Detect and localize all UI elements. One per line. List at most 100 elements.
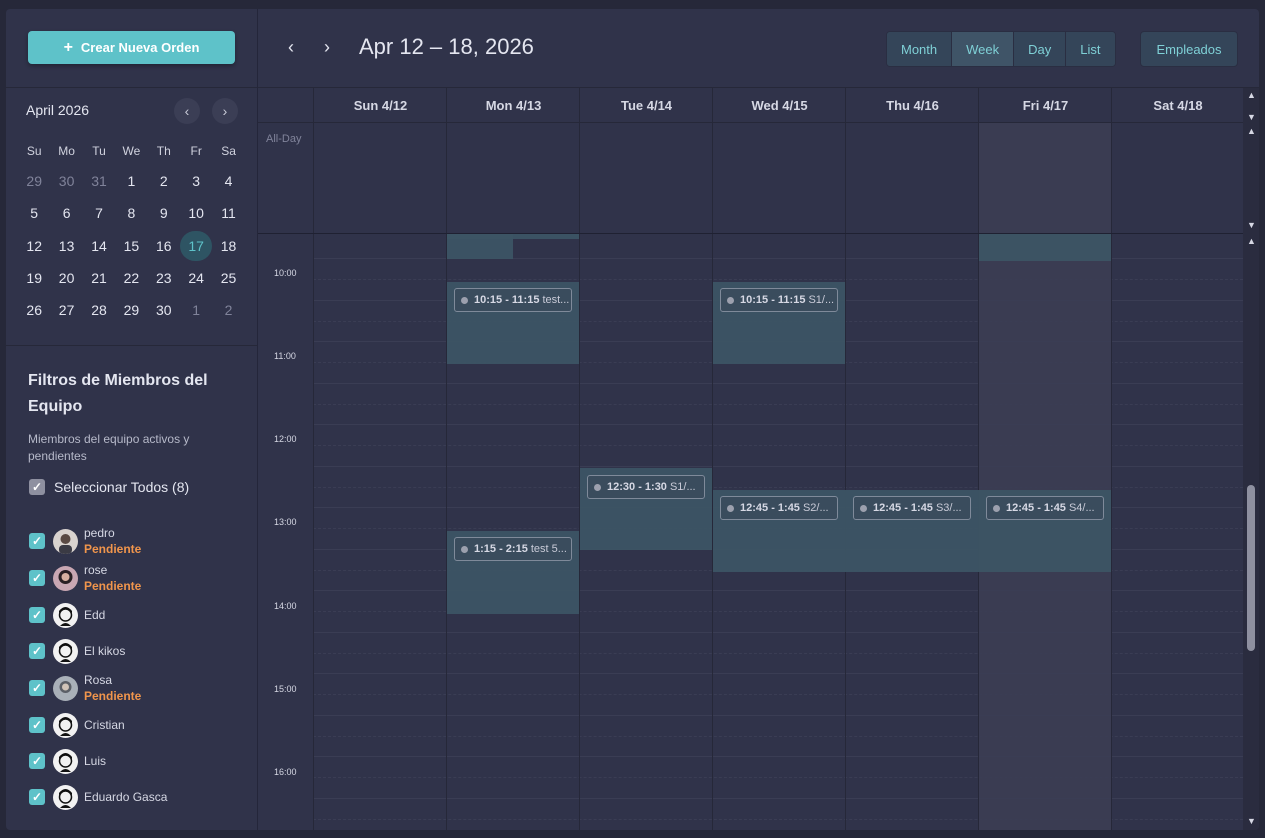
mini-calendar-day[interactable]: 7 <box>83 198 115 228</box>
mini-calendar-today[interactable]: 17 <box>179 230 213 261</box>
day-header[interactable]: Sat 4/18 <box>1111 88 1244 122</box>
next-week-button[interactable]: › <box>324 37 330 58</box>
day-header[interactable]: Mon 4/13 <box>446 88 580 122</box>
event-title: S3/... <box>935 502 962 514</box>
mini-calendar-day[interactable]: 11 <box>212 198 244 228</box>
scrollbar-thumb[interactable] <box>1247 485 1255 651</box>
chevron-left-icon: ‹ <box>288 37 294 57</box>
check-icon: ✓ <box>31 480 43 494</box>
scroll-up-icon[interactable]: ▲ <box>1247 236 1256 246</box>
event-chip[interactable]: 1:15 - 2:15 test 5... <box>454 537 572 561</box>
event-block[interactable] <box>447 234 579 239</box>
mini-calendar-day[interactable]: 14 <box>83 231 115 261</box>
day-header[interactable]: Tue 4/14 <box>579 88 713 122</box>
mini-calendar-day[interactable]: 3 <box>180 166 212 196</box>
weekday-label: We <box>122 144 141 158</box>
mini-calendar-day[interactable]: 29 <box>115 295 147 325</box>
mini-calendar-day[interactable]: 16 <box>148 231 180 261</box>
member-item-luis[interactable]: ✓ Luis <box>29 746 106 776</box>
day-header[interactable]: Thu 4/16 <box>845 88 979 122</box>
mini-calendar-day[interactable]: 21 <box>83 263 115 293</box>
member-checkbox[interactable]: ✓ <box>29 643 45 659</box>
mini-calendar-day[interactable]: 10 <box>180 198 212 228</box>
mini-calendar-day[interactable]: 28 <box>83 295 115 325</box>
event-title: S1/... <box>669 481 696 493</box>
create-order-button[interactable]: + Crear Nueva Orden <box>28 31 235 64</box>
day-header[interactable]: Fri 4/17 <box>978 88 1112 122</box>
mini-calendar-day[interactable]: 23 <box>148 263 180 293</box>
mini-calendar-day[interactable]: 5 <box>18 198 50 228</box>
scroll-down-icon[interactable]: ▼ <box>1247 112 1256 122</box>
member-item-el-kikos[interactable]: ✓ El kikos <box>29 636 125 666</box>
mini-calendar-day[interactable]: 31 <box>83 166 115 196</box>
day-header[interactable]: Wed 4/15 <box>712 88 846 122</box>
mini-calendar-day[interactable]: 9 <box>148 198 180 228</box>
mini-calendar-day[interactable]: 6 <box>50 198 82 228</box>
event-chip[interactable]: 12:30 - 1:30 S1/... <box>587 475 705 499</box>
mini-calendar-day[interactable]: 24 <box>180 263 212 293</box>
mini-calendar-day[interactable]: 1 <box>115 166 147 196</box>
member-item-cristian[interactable]: ✓ Cristian <box>29 710 125 740</box>
member-checkbox[interactable]: ✓ <box>29 570 45 586</box>
mini-calendar-day[interactable]: 2 <box>212 295 244 325</box>
member-checkbox[interactable]: ✓ <box>29 789 45 805</box>
mini-calendar-day[interactable]: 26 <box>18 295 50 325</box>
member-item-eduardo-gasca[interactable]: ✓ Eduardo Gasca <box>29 782 167 812</box>
mini-calendar-day[interactable]: 12 <box>18 231 50 261</box>
mini-calendar-day[interactable]: 18 <box>212 231 244 261</box>
checkbox[interactable]: ✓ <box>29 479 45 495</box>
mini-calendar-day[interactable]: 25 <box>212 263 244 293</box>
event-title: S1/... <box>808 294 835 306</box>
member-checkbox[interactable]: ✓ <box>29 607 45 623</box>
mini-calendar-day[interactable]: 22 <box>115 263 147 293</box>
view-list-button[interactable]: List <box>1066 32 1115 66</box>
member-checkbox[interactable]: ✓ <box>29 753 45 769</box>
mini-calendar-day[interactable]: 30 <box>50 166 82 196</box>
vertical-scrollbar[interactable]: ▲ ▼ ▲ ▼ ▲ ▼ <box>1243 88 1259 830</box>
member-checkbox[interactable]: ✓ <box>29 533 45 549</box>
mini-calendar-day[interactable]: 15 <box>115 231 147 261</box>
mini-calendar-day[interactable]: 27 <box>50 295 82 325</box>
scroll-up-icon[interactable]: ▲ <box>1247 126 1256 136</box>
view-day-button[interactable]: Day <box>1014 32 1067 66</box>
view-week-button[interactable]: Week <box>952 32 1015 66</box>
day-header[interactable]: Sun 4/12 <box>313 88 447 122</box>
event-dot-icon <box>461 545 468 553</box>
employees-button[interactable]: Empleados <box>1140 31 1238 67</box>
hour-line <box>313 798 1243 799</box>
mini-calendar-prev-button[interactable]: ‹ <box>174 98 200 124</box>
member-checkbox[interactable]: ✓ <box>29 680 45 696</box>
event-chip[interactable]: 10:15 - 11:15 S1/... <box>720 288 838 312</box>
mini-calendar-day[interactable]: 19 <box>18 263 50 293</box>
select-all-checkbox[interactable]: ✓ Seleccionar Todos (8) <box>29 479 189 495</box>
avatar <box>53 748 78 774</box>
prev-week-button[interactable]: ‹ <box>288 37 294 58</box>
scroll-up-icon[interactable]: ▲ <box>1247 90 1256 100</box>
hour-line <box>313 673 1243 674</box>
member-checkbox[interactable]: ✓ <box>29 717 45 733</box>
mini-calendar-day[interactable]: 30 <box>148 295 180 325</box>
event-chip[interactable]: 12:45 - 1:45 S4/... <box>986 496 1104 520</box>
mini-calendar-next-button[interactable]: › <box>212 98 238 124</box>
member-item-edd[interactable]: ✓ Edd <box>29 600 105 630</box>
event-block[interactable] <box>979 234 1111 261</box>
half-hour-line <box>313 819 1243 820</box>
scroll-down-icon[interactable]: ▼ <box>1247 816 1256 826</box>
mini-calendar-day[interactable]: 29 <box>18 166 50 196</box>
mini-calendar-day[interactable]: 8 <box>115 198 147 228</box>
member-item-pedro[interactable]: ✓ pedro Pendiente <box>29 526 141 556</box>
mini-calendar-day[interactable]: 13 <box>50 231 82 261</box>
mini-calendar-day[interactable]: 20 <box>50 263 82 293</box>
member-item-rosa[interactable]: ✓ Rosa Pendiente <box>29 673 141 703</box>
event-chip[interactable]: 12:45 - 1:45 S3/... <box>853 496 971 520</box>
event-chip[interactable]: 12:45 - 1:45 S2/... <box>720 496 838 520</box>
view-month-button[interactable]: Month <box>887 32 953 66</box>
member-name: Eduardo Gasca <box>84 790 168 804</box>
member-item-rose[interactable]: ✓ rose Pendiente <box>29 563 141 593</box>
event-chip[interactable]: 10:15 - 11:15 test... <box>454 288 572 312</box>
mini-calendar-day[interactable]: 4 <box>212 166 244 196</box>
mini-calendar-day[interactable]: 1 <box>180 295 212 325</box>
scroll-down-icon[interactable]: ▼ <box>1247 220 1256 230</box>
mini-calendar-day[interactable]: 2 <box>148 166 180 196</box>
event-title: S4/... <box>1068 502 1095 514</box>
